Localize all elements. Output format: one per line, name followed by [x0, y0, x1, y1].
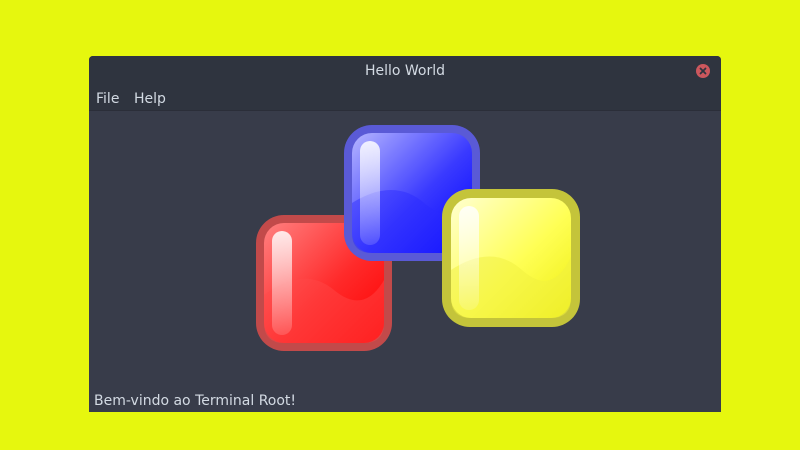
- yellow-square-icon: [442, 189, 580, 327]
- close-button[interactable]: [696, 64, 710, 78]
- menu-file[interactable]: File: [96, 86, 119, 110]
- close-icon: [699, 67, 707, 75]
- app-window: Hello World File Help Bem-vindo ao Termi…: [89, 56, 721, 412]
- main-content: [89, 111, 721, 412]
- menu-help[interactable]: Help: [134, 86, 166, 110]
- menu-bar: File Help: [89, 86, 721, 111]
- three-squares-logo-icon: [256, 125, 580, 351]
- window-title: Hello World: [364, 63, 446, 79]
- title-bar[interactable]: Hello World: [89, 56, 721, 86]
- status-bar-text: Bem-vindo ao Terminal Root!: [94, 393, 297, 409]
